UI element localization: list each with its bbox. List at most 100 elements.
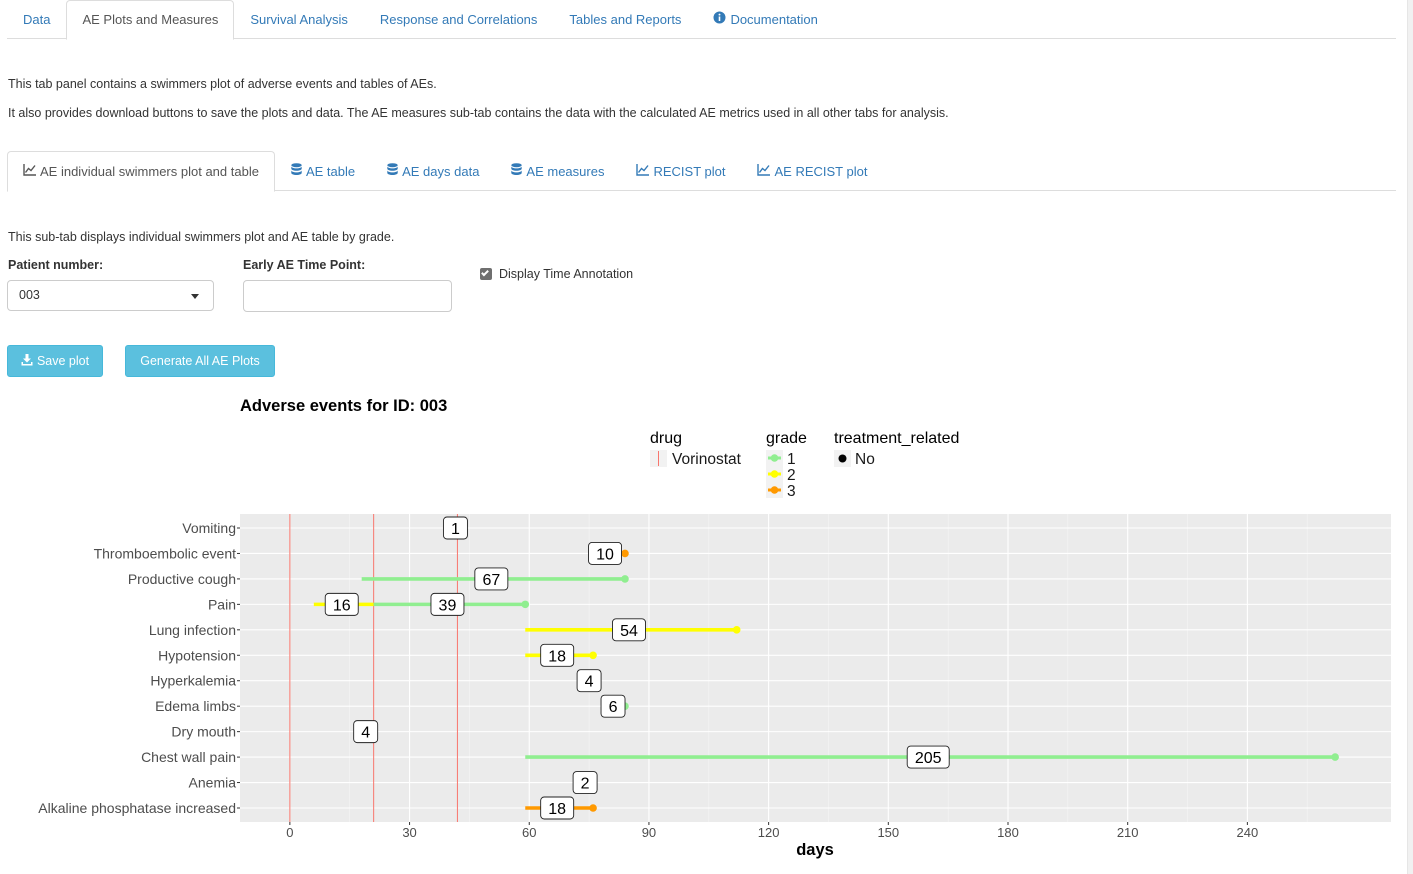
duration-label-text: 4 [585, 674, 594, 691]
duration-label-text: 1 [451, 521, 460, 538]
duration-label-text: 54 [620, 623, 638, 640]
duration-label-text: 205 [915, 750, 942, 767]
legend-drug-title: drug [650, 430, 682, 447]
save-plot-button[interactable]: Save plot [7, 345, 103, 377]
tab-tables-and-reports[interactable]: Tables and Reports [553, 0, 697, 39]
duration-label-text: 18 [548, 648, 566, 665]
intro-text-line2: It also provides download buttons to sav… [8, 106, 949, 120]
chart-legend: drug Vorinostat grade 1 2 3 treatment_re… [650, 430, 959, 500]
early-ae-time-point-input[interactable] [243, 280, 452, 312]
duration-label-text: 67 [482, 572, 500, 589]
drug-administration-lines [289, 514, 458, 822]
x-axis-tick-label: 30 [402, 825, 416, 840]
patient-number-select[interactable]: 003 [7, 280, 214, 311]
y-axis-category-label: Hyperkalemia [150, 673, 236, 689]
display-time-annotation-checkbox[interactable] [480, 268, 492, 280]
legend-drug-key [650, 450, 667, 467]
duration-label-box [353, 720, 379, 744]
tab-ae-plots-and-measures[interactable]: AE Plots and Measures [66, 0, 235, 40]
patient-number-label: Patient number: [8, 258, 104, 272]
legend-grade-2-label: 2 [787, 467, 796, 484]
ae-end-point [621, 575, 629, 583]
x-axis-tick-label: 120 [758, 825, 780, 840]
x-axis-tick-label: 60 [522, 825, 536, 840]
x-axis-tick-label: 180 [997, 825, 1019, 840]
ae-duration-labels: 1106716 395418464205218 [324, 516, 950, 820]
duration-label-text: 10 [596, 546, 614, 563]
early-ae-time-point-label: Early AE Time Point: [243, 258, 366, 272]
tab-documentation[interactable]: Documentation [697, 0, 833, 39]
chevron-down-icon [191, 294, 199, 299]
ae-bars [313, 549, 1339, 812]
y-axis-category-label: Edema limbs [155, 698, 236, 714]
ae-end-point [732, 626, 741, 634]
tab-survival-analysis[interactable]: Survival Analysis [234, 0, 364, 39]
ae-end-point [621, 702, 629, 710]
main-tab-bar: Data AE Plots and Measures Survival Anal… [7, 0, 1396, 40]
info-circle-icon [713, 1, 726, 39]
plot-axes: Vomiting Thromboembolic event Productive c… [38, 520, 1258, 840]
tab-response-and-correlations[interactable]: Response and Correlations [364, 0, 554, 39]
duration-label-box [430, 592, 465, 616]
ae-end-point [589, 804, 597, 812]
line-chart-icon [636, 153, 650, 191]
duration-label-text: 4 [361, 725, 370, 742]
legend-treatment-related-key [834, 450, 851, 467]
subtab-ae-table[interactable]: AE table [275, 151, 371, 191]
x-axis-tick-label: 0 [286, 825, 293, 840]
subtab-ae-recist-plot[interactable]: AE RECIST plot [741, 151, 883, 191]
generate-all-label: Generate All AE Plots [140, 354, 260, 368]
tab-tables-label: Tables and Reports [569, 12, 682, 27]
save-plot-label: Save plot [36, 354, 90, 368]
plot-title: Adverse events for ID: 003 [240, 397, 448, 415]
display-time-annotation-toggle[interactable]: Display Time Annotation [480, 267, 633, 281]
y-axis-category-label: Thromboembolic event [94, 545, 237, 561]
duration-label-text: 2 [581, 776, 590, 793]
subtab-ae-days-data[interactable]: AE days data [371, 151, 495, 191]
tab-response-label: Response and Correlations [379, 12, 538, 27]
duration-label-text: 6 [609, 699, 618, 716]
subtab-recist-label: RECIST plot [653, 163, 726, 179]
duration-label-text: 39 [439, 597, 457, 614]
subtab-ae-days-label: AE days data [402, 163, 480, 179]
swimmer-chart: drug Vorinostat grade 1 2 3 treatment_re… [38, 430, 1391, 859]
y-axis-category-label: Productive cough [128, 571, 236, 587]
legend-drug-label: Vorinostat [672, 451, 742, 468]
x-axis-tick-label: 150 [877, 825, 899, 840]
subtab-ae-measures[interactable]: AE measures [495, 151, 620, 191]
checkmark-icon [481, 268, 489, 277]
tab-data[interactable]: Data [7, 0, 66, 39]
line-chart-icon [757, 153, 771, 191]
ae-end-point [621, 549, 629, 558]
y-axis-category-label: Lung infection [149, 622, 236, 638]
y-axis-category-label: Vomiting [182, 520, 236, 536]
x-axis-tick-label: 210 [1117, 825, 1139, 840]
page-scrollbar[interactable] [1407, 0, 1413, 874]
legend-grade-1-label: 1 [787, 451, 796, 468]
plot-panel-background [240, 514, 1391, 822]
duration-label-box [474, 567, 509, 591]
duration-label-box [540, 643, 575, 667]
legend-treatment-related-title: treatment_related [834, 430, 959, 447]
ae-end-point [1331, 753, 1339, 761]
intro-text-line1: This tab panel contains a swimmers plot … [8, 77, 437, 91]
x-axis-tick-label: 90 [642, 825, 656, 840]
generate-all-ae-plots-button[interactable]: Generate All AE Plots [125, 345, 275, 377]
subtab-ae-individual-swimmers[interactable]: AE individual swimmers plot and table [7, 151, 275, 192]
duration-label-box [600, 694, 626, 718]
tab-documentation-label: Documentation [730, 12, 818, 27]
database-icon [387, 153, 398, 191]
duration-label-box [540, 796, 575, 820]
tab-data-label: Data [23, 12, 51, 27]
legend-grade-3-label: 3 [787, 483, 796, 500]
duration-label-box [612, 618, 646, 642]
subtab-ae-recist-label: AE RECIST plot [774, 163, 868, 179]
database-icon [291, 153, 302, 191]
line-chart-icon [23, 153, 36, 191]
subtab-ae-measures-label: AE measures [526, 163, 605, 179]
y-axis-category-label: Dry mouth [171, 724, 236, 740]
plot-gridlines [240, 514, 1391, 822]
subtab-recist-plot[interactable]: RECIST plot [620, 151, 741, 191]
y-axis-category-label: Chest wall pain [141, 749, 236, 765]
x-axis-title: days [796, 841, 834, 859]
